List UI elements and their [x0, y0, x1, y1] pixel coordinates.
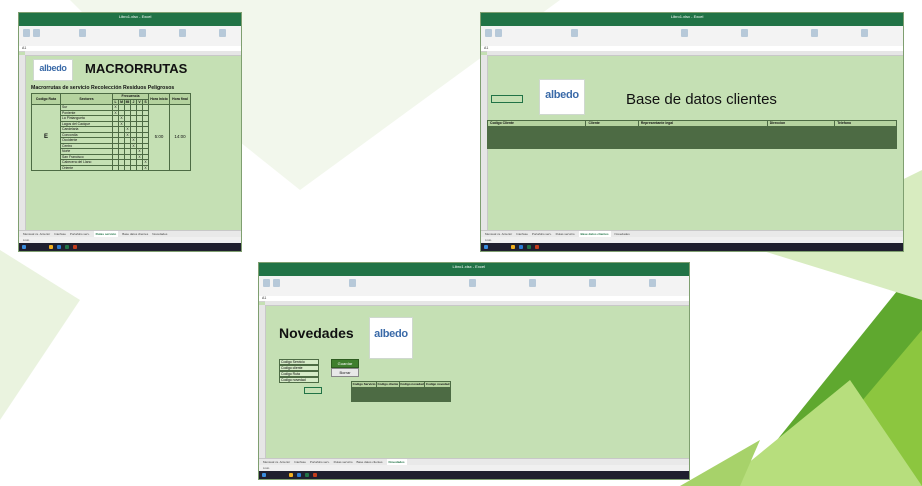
- table-cell[interactable]: [424, 399, 451, 402]
- table-row: [351, 399, 451, 402]
- albedo-logo: albedo: [539, 79, 585, 115]
- header-hora-inicio: Hora Inicio: [148, 93, 170, 105]
- novedades-table: Codigo Servicio Codigo cliente Codigo nove…: [351, 381, 451, 402]
- end-time-cell: 14:00: [169, 104, 191, 171]
- ribbon: [259, 276, 689, 297]
- table-cell[interactable]: [834, 146, 897, 149]
- window-title-bar: Libro1.xlsx - Excel: [259, 263, 689, 270]
- borrar-button[interactable]: Borrar: [331, 368, 359, 377]
- table-cell[interactable]: [375, 399, 400, 402]
- sheet-tabs: Mensual vs. Anterior Interfase Portafolio …: [19, 230, 241, 237]
- window-title: Libro1.xlsx - Excel: [670, 14, 704, 19]
- table-cell[interactable]: [398, 399, 426, 402]
- ribbon: [19, 26, 241, 47]
- column-header: Codigo cliente: [375, 381, 400, 388]
- window-title-bar: Libro1.xlsx - Excel: [481, 13, 903, 20]
- page-title: Novedades: [279, 325, 354, 341]
- screenshot-novedades: Libro1.xlsx - Excel ArchivoInicioInserta…: [258, 262, 690, 480]
- header-codigo-ruta: Codigo Ruta: [31, 93, 61, 105]
- form-field[interactable]: Codigo novedad: [279, 377, 319, 383]
- sheet-tabs: Mensual vs. Anterior Interfase Portafolio …: [259, 458, 689, 465]
- column-header: Codigo novedad: [398, 381, 426, 388]
- form-fields: Codigo Servicio Codigo cliente Codigo Ruta…: [279, 359, 319, 383]
- column-header: Codigo novedad: [424, 381, 451, 388]
- page-title: Base de datos clientes: [626, 91, 777, 108]
- guardar-button[interactable]: Guardar: [331, 359, 359, 368]
- frequency-cell: X: [142, 164, 149, 171]
- albedo-logo: albedo: [33, 59, 73, 81]
- selected-cell[interactable]: [491, 95, 523, 103]
- screenshot-clientes: Libro1.xlsx - Excel ArchivoInicioInserta…: [480, 12, 904, 252]
- taskbar: [19, 243, 241, 251]
- row-headers: [19, 55, 26, 231]
- clients-table: Codigo Cliente Cliente Representante legal…: [486, 120, 897, 149]
- route-code-cell: E: [31, 104, 61, 171]
- table-cell[interactable]: [585, 146, 639, 149]
- column-headers: [487, 51, 903, 56]
- start-time-cell: 5:00: [148, 104, 170, 171]
- albedo-logo: albedo: [369, 317, 413, 359]
- table-cell[interactable]: [766, 146, 836, 149]
- ribbon: [481, 26, 903, 47]
- window-title: Libro1.xlsx - Excel: [118, 14, 152, 19]
- screenshot-macrorrutas: Libro1.xlsx - Excel ArchivoInicioInserta…: [18, 12, 242, 252]
- column-headers: [25, 51, 241, 56]
- window-title-bar: Libro1.xlsx - Excel: [19, 13, 241, 20]
- column-header: Codigo Servicio: [351, 381, 377, 388]
- table-cell[interactable]: [351, 399, 377, 402]
- taskbar: [259, 471, 689, 479]
- table-row: [486, 146, 897, 149]
- routes-table: Codigo Ruta Sectores Frecuencia Hora Ini…: [31, 93, 191, 171]
- subtitle: Macrorrutas de servicio Recolección Resi…: [31, 85, 175, 91]
- table-cell[interactable]: [637, 146, 768, 149]
- header-hora-final: Hora final: [169, 93, 191, 105]
- sheet-tabs: Mensual vs. Anterior Interfase Portafolio …: [481, 230, 903, 237]
- row-headers: [259, 305, 266, 459]
- page-title: MACRORRUTAS: [85, 61, 188, 76]
- column-headers: [265, 301, 689, 306]
- table-cell[interactable]: [486, 146, 587, 149]
- selected-cell[interactable]: [304, 387, 322, 394]
- header-sectores: Sectores: [60, 93, 113, 105]
- window-title: Libro1.xlsx - Excel: [452, 264, 485, 269]
- taskbar: [481, 243, 903, 251]
- sector-cell: Oriente: [60, 164, 113, 171]
